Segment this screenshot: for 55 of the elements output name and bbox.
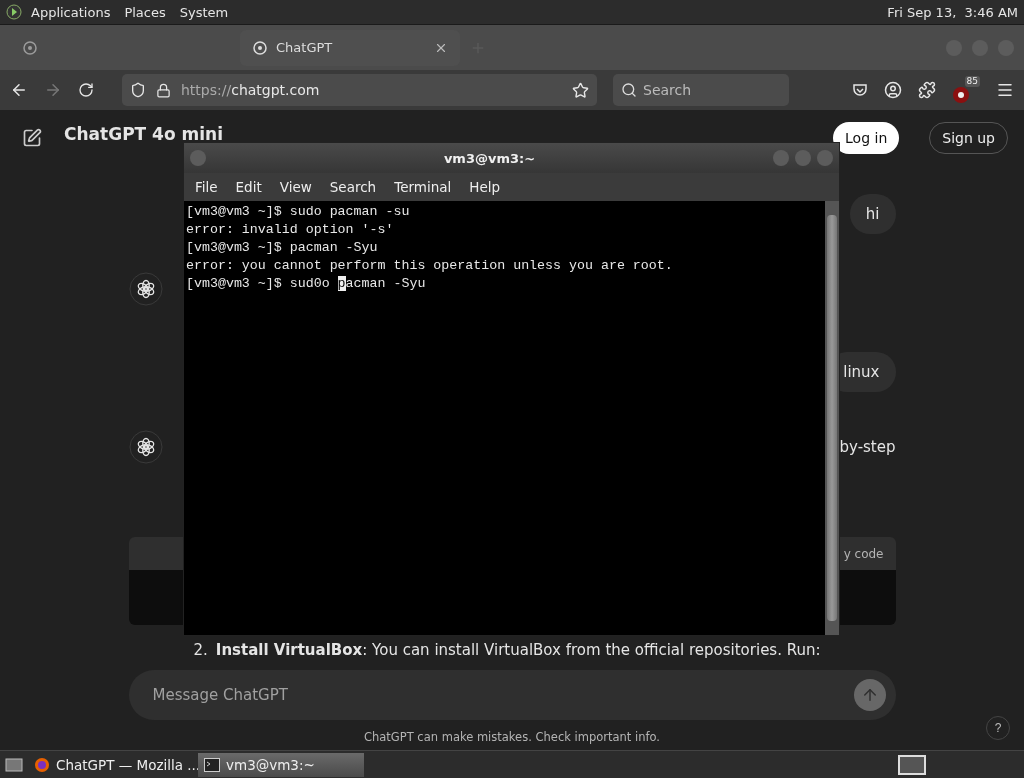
back-icon[interactable] [10, 81, 28, 99]
user-message: hi [849, 194, 896, 234]
terminal-input-line[interactable]: [vm3@vm3 ~]$ sud0o pacman -Syu [186, 276, 426, 291]
reload-icon[interactable] [78, 82, 94, 98]
distro-logo-icon[interactable] [6, 4, 22, 20]
tab-favicon-icon [252, 39, 268, 56]
assistant-avatar-icon [128, 430, 163, 464]
send-button[interactable] [853, 679, 886, 711]
forward-icon[interactable] [44, 81, 62, 99]
extension-button[interactable]: 85 [952, 76, 980, 104]
terminal-menu-item[interactable]: View [270, 179, 321, 195]
terminal-menu-item[interactable]: Edit [226, 179, 271, 195]
pocket-icon[interactable] [852, 82, 868, 98]
assistant-message: by-step [839, 438, 896, 456]
lock-icon[interactable] [156, 82, 171, 98]
window-title: vm3@vm3:~ [442, 150, 537, 166]
panel-menu[interactable]: Places [119, 4, 171, 20]
disclaimer: ChatGPT can make mistakes. Check important info. [362, 730, 661, 744]
model-selector[interactable]: ChatGPT 4o mini [64, 124, 223, 144]
terminal-menu-item[interactable]: Search [320, 179, 386, 195]
clock: Fri Sep 13, 3:46 AM [887, 4, 1018, 20]
terminal-menu-item[interactable]: File [186, 179, 227, 195]
message-composer[interactable]: Message ChatGPT [128, 670, 896, 720]
shield-icon[interactable] [130, 82, 146, 98]
new-chat-icon[interactable] [22, 128, 42, 148]
search-field[interactable]: Search [613, 74, 789, 106]
copy-code-button[interactable]: y code [843, 546, 884, 561]
panel-menu[interactable]: System [174, 4, 234, 20]
terminal-line: [vm3@vm3 ~]$ pacman -Syu [186, 239, 379, 257]
address-bar[interactable]: https://chatgpt.com [122, 74, 597, 106]
terminal-line: [vm3@vm3 ~]$ sudo pacman -su [186, 203, 411, 221]
tab-favicon-icon [22, 39, 38, 56]
search-icon [621, 82, 637, 98]
terminal-line: error: invalid option '-s' [186, 221, 395, 239]
taskbar-button[interactable]: vm3@vm3:~ [198, 752, 364, 777]
list-item-text: Install VirtualBox: You can install VirtualBox from the official repositories. Run: [215, 641, 821, 659]
terminal-icon [204, 757, 220, 772]
terminal-menu-item[interactable]: Terminal [385, 179, 461, 195]
extension-icon [952, 86, 970, 104]
terminal-menu-item[interactable]: Help [460, 179, 510, 195]
login-button[interactable]: Log in [833, 122, 900, 154]
account-icon[interactable] [884, 81, 902, 99]
browser-icon [34, 756, 50, 773]
message-field[interactable]: Message ChatGPT [150, 685, 854, 705]
assistant-avatar-icon [128, 272, 163, 306]
scrollbar[interactable] [825, 201, 839, 635]
workspace-switcher[interactable] [898, 754, 926, 775]
panel-menu[interactable]: Applications [26, 4, 116, 20]
list-number: 2. [193, 641, 208, 659]
extensions-icon[interactable] [918, 81, 936, 99]
terminal-line: error: you cannot perform this operation unless you are root. [186, 257, 674, 275]
bookmark-star-icon[interactable] [572, 81, 589, 99]
menu-icon[interactable] [996, 81, 1014, 99]
show-desktop-icon[interactable] [4, 755, 24, 774]
browser-tab[interactable]: ChatGPT [240, 29, 460, 66]
